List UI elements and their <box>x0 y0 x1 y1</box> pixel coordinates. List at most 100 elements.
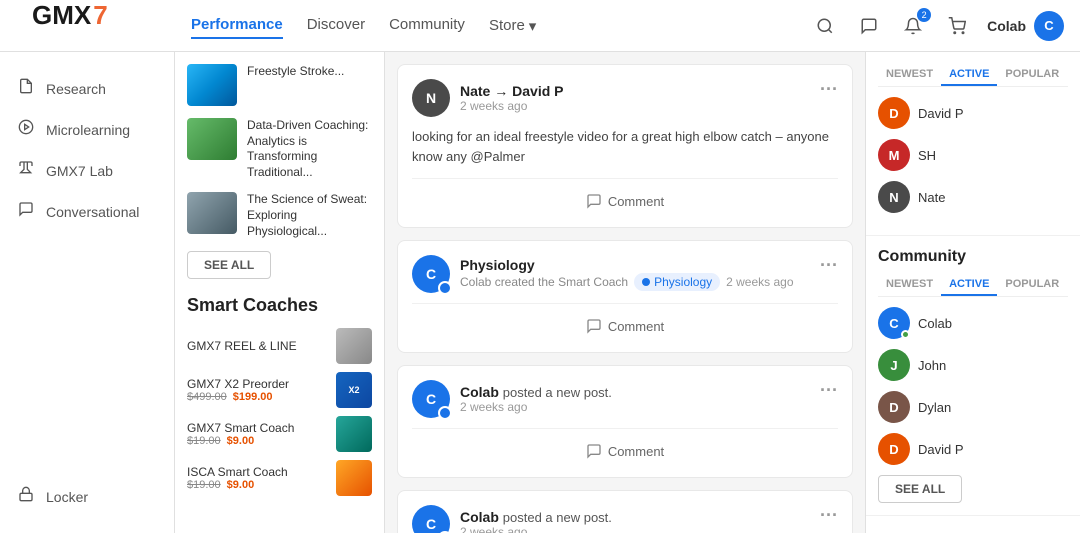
feed-post: C Colab posted a new post. 2 weeks ago ·… <box>397 365 853 478</box>
tab-newest[interactable]: NEWEST <box>878 64 941 86</box>
username: David P <box>918 106 964 121</box>
post-author: Colab posted a new post. <box>460 509 612 525</box>
see-all-community-button[interactable]: SEE ALL <box>878 475 962 503</box>
post-more-button[interactable]: ··· <box>820 380 838 401</box>
post-author: Physiology <box>460 257 794 273</box>
content-area: Freestyle Stroke... Data-Driven Coaching… <box>175 52 1080 533</box>
coach-item-reel[interactable]: GMX7 REEL & LINE <box>187 328 372 364</box>
sidebar-label-microlearning: Microlearning <box>46 122 130 138</box>
community-section-title: Community <box>878 248 1068 266</box>
tabs-row: NEWEST ACTIVE POPULAR <box>878 64 1068 87</box>
nav-performance[interactable]: Performance <box>191 12 283 39</box>
smart-coaches-section: Smart Coaches GMX7 REEL & LINE GMX7 X2 P… <box>187 295 372 496</box>
cart-icon[interactable] <box>943 12 971 40</box>
microlearning-icon <box>16 119 36 140</box>
comment-button[interactable]: Comment <box>412 439 838 463</box>
post-action: posted a new post. <box>503 385 612 400</box>
search-icon[interactable] <box>811 12 839 40</box>
post-meta: Colab posted a new post. 2 weeks ago <box>460 384 612 414</box>
user-avatar: C <box>878 307 910 339</box>
right-section-community: Community NEWEST ACTIVE POPULAR C Colab … <box>866 236 1080 516</box>
price-original: $19.00 <box>187 479 221 491</box>
tab-active[interactable]: ACTIVE <box>941 64 997 86</box>
sidebar-item-research[interactable]: Research <box>0 68 174 109</box>
post-user-info: C Colab posted a new post. 2 weeks ago <box>412 380 612 418</box>
community-user-item[interactable]: J John <box>878 349 1068 381</box>
logo-area: GMX 7 <box>16 0 191 51</box>
community-tab-popular[interactable]: POPULAR <box>997 274 1067 296</box>
nav-right: 2 Colab C <box>811 11 1064 41</box>
message-icon[interactable] <box>855 12 883 40</box>
top-navigation: GMX 7 Performance Discover Community Sto… <box>0 0 1080 52</box>
user-list-item[interactable]: N Nate <box>878 181 1068 213</box>
article-item[interactable]: Freestyle Stroke... <box>187 64 372 106</box>
price-sale: $199.00 <box>233 391 273 403</box>
coach-item-isca[interactable]: ISCA Smart Coach $19.00 $9.00 <box>187 460 372 496</box>
nav-discover[interactable]: Discover <box>307 12 365 39</box>
sidebar-label-gmx7lab: GMX7 Lab <box>46 163 113 179</box>
comment-button[interactable]: Comment <box>412 314 838 338</box>
post-user-info: C Physiology Colab created the Smart Coa… <box>412 255 794 293</box>
sidebar-item-locker[interactable]: Locker <box>0 476 174 517</box>
user-menu[interactable]: Colab C <box>987 11 1064 41</box>
feed-post: N Nate → David P 2 weeks ago ··· looking… <box>397 64 853 228</box>
post-time: 2 weeks ago <box>460 525 612 533</box>
user-list-item[interactable]: M SH <box>878 139 1068 171</box>
coach-name: ISCA Smart Coach <box>187 465 336 479</box>
sidebar-item-gmx7lab[interactable]: GMX7 Lab <box>0 150 174 191</box>
coach-item-smart[interactable]: GMX7 Smart Coach $19.00 $9.00 <box>187 416 372 452</box>
user-avatar: D <box>878 391 910 423</box>
community-tab-newest[interactable]: NEWEST <box>878 274 941 296</box>
post-more-button[interactable]: ··· <box>820 255 838 276</box>
post-divider <box>412 303 838 304</box>
article-item[interactable]: The Science of Sweat: Exploring Physiolo… <box>187 192 372 239</box>
feed-post: C Colab posted a new post. 2 weeks ago ·… <box>397 490 853 533</box>
left-panel: Freestyle Stroke... Data-Driven Coaching… <box>175 52 385 533</box>
smart-coaches-title: Smart Coaches <box>187 295 372 316</box>
price-original: $19.00 <box>187 435 221 447</box>
see-all-articles-button[interactable]: SEE ALL <box>187 251 271 279</box>
community-user-item[interactable]: C Colab <box>878 307 1068 339</box>
username: Nate <box>918 190 945 205</box>
username-label: Colab <box>987 18 1026 34</box>
chevron-down-icon: ▾ <box>529 17 537 35</box>
community-tab-active[interactable]: ACTIVE <box>941 274 997 296</box>
username: SH <box>918 148 936 163</box>
middle-feed: N Nate → David P 2 weeks ago ··· looking… <box>385 52 865 533</box>
price-original: $499.00 <box>187 391 227 403</box>
user-list-item[interactable]: D David P <box>878 97 1068 129</box>
comment-button[interactable]: Comment <box>412 189 838 213</box>
post-header: C Colab posted a new post. 2 weeks ago ·… <box>412 505 838 533</box>
post-more-button[interactable]: ··· <box>820 79 838 100</box>
sidebar-item-conversational[interactable]: Conversational <box>0 191 174 232</box>
comment-label: Comment <box>608 319 664 334</box>
post-author: Nate → David P <box>460 83 564 99</box>
post-more-button[interactable]: ··· <box>820 505 838 526</box>
price-sale: $9.00 <box>227 479 255 491</box>
community-user-item[interactable]: D David P <box>878 433 1068 465</box>
community-user-item[interactable]: D Dylan <box>878 391 1068 423</box>
post-avatar: N <box>412 79 450 117</box>
nav-store[interactable]: Store ▾ <box>489 12 536 39</box>
tab-popular[interactable]: POPULAR <box>997 64 1067 86</box>
notification-icon[interactable]: 2 <box>899 12 927 40</box>
user-avatar: J <box>878 349 910 381</box>
username: John <box>918 358 946 373</box>
coach-thumb: X2 <box>336 372 372 408</box>
research-icon <box>16 78 36 99</box>
sidebar-label-conversational: Conversational <box>46 204 139 220</box>
sidebar-item-microlearning[interactable]: Microlearning <box>0 109 174 150</box>
post-avatar-wrap: C <box>412 255 450 293</box>
post-header: C Physiology Colab created the Smart Coa… <box>412 255 838 293</box>
article-thumb <box>187 118 237 160</box>
article-title: Data-Driven Coaching: Analytics is Trans… <box>247 118 372 180</box>
post-user-info: C Colab posted a new post. 2 weeks ago <box>412 505 612 533</box>
right-section-users: NEWEST ACTIVE POPULAR D David P M SH N N… <box>866 52 1080 236</box>
nav-community[interactable]: Community <box>389 12 465 39</box>
coach-item-x2[interactable]: GMX7 X2 Preorder $499.00 $199.00 X2 <box>187 372 372 408</box>
article-item[interactable]: Data-Driven Coaching: Analytics is Trans… <box>187 118 372 180</box>
post-action: posted a new post. <box>503 510 612 525</box>
post-header: C Colab posted a new post. 2 weeks ago ·… <box>412 380 838 418</box>
article-title: Freestyle Stroke... <box>247 64 344 106</box>
phys-dot <box>642 278 650 286</box>
